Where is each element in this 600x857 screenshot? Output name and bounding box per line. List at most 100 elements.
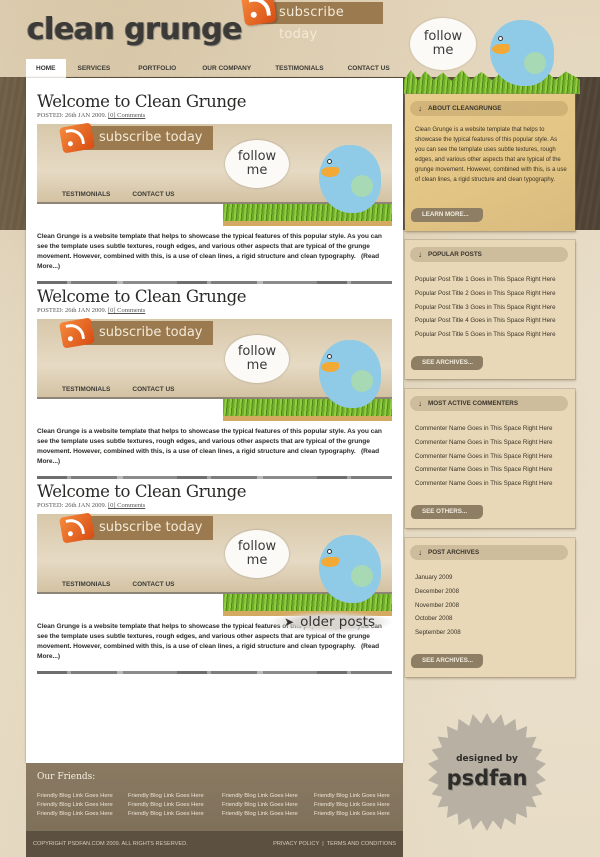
- see-archives-button[interactable]: SEE ARCHIVES...: [411, 654, 483, 668]
- twitter-bird-icon: [490, 20, 554, 86]
- designed-by-badge[interactable]: designed by psdfan: [428, 713, 546, 831]
- main-nav: HOME SERVICES PORTFOLIO OUR COMPANY TEST…: [26, 59, 402, 78]
- rss-icon: [58, 512, 96, 544]
- friend-link[interactable]: Friendly Blog Link Goes Here: [37, 811, 128, 817]
- friend-link[interactable]: Friendly Blog Link Goes Here: [37, 802, 128, 808]
- list-item[interactable]: November 2008: [415, 599, 461, 613]
- bird-wing: [524, 52, 546, 74]
- nav-testimonials[interactable]: TESTIMONIALS: [267, 59, 339, 78]
- follow-text: follow: [237, 149, 277, 164]
- arrow-down-icon: ↓: [418, 104, 422, 113]
- popular-posts-list: Popular Post Title 1 Goes in This Space …: [415, 273, 556, 342]
- post-title[interactable]: Welcome to Clean Grunge: [37, 287, 392, 306]
- list-item[interactable]: Commenter Name Goes in This Space Right …: [415, 463, 552, 477]
- friend-link[interactable]: Friendly Blog Link Goes Here: [222, 802, 314, 808]
- post-excerpt: Clean Grunge is a website template that …: [37, 428, 382, 455]
- friend-link[interactable]: Friendly Blog Link Goes Here: [314, 811, 406, 817]
- bird-beak: [321, 362, 339, 372]
- older-posts-button[interactable]: ➤ older posts: [270, 611, 392, 633]
- twitter-bird-icon: [319, 145, 381, 213]
- widget-title: POPULAR POSTS: [428, 251, 482, 258]
- image-twitter: follow me: [223, 137, 392, 226]
- speech-bubble: follow me: [410, 18, 476, 70]
- bird-wing: [351, 565, 373, 587]
- friend-link[interactable]: Friendly Blog Link Goes Here: [314, 802, 406, 808]
- nav-home[interactable]: HOME: [26, 59, 66, 78]
- follow-text: follow: [237, 539, 277, 554]
- see-archives-button[interactable]: SEE ARCHIVES...: [411, 356, 483, 370]
- comments-link[interactable]: [0] Comments: [108, 502, 145, 509]
- widget-title: POST ARCHIVES: [428, 549, 480, 556]
- follow-text: follow: [237, 344, 277, 359]
- follow-me-twitter[interactable]: follow me: [402, 8, 582, 98]
- list-item[interactable]: Popular Post Title 2 Goes in This Space …: [415, 287, 556, 301]
- list-item[interactable]: September 2008: [415, 626, 461, 640]
- speech-bubble: follow me: [225, 140, 289, 188]
- comments-link[interactable]: [0] Comments: [108, 112, 145, 119]
- nav-contact-us[interactable]: CONTACT US: [340, 59, 402, 78]
- post-divider: [37, 281, 392, 284]
- footer-bar: COPYRIGHT PSDFAN.COM 2009. ALL RIGHTS RE…: [26, 831, 403, 857]
- friend-link[interactable]: Friendly Blog Link Goes Here: [37, 793, 128, 799]
- see-others-button[interactable]: SEE OTHERS...: [411, 505, 483, 519]
- bird-eye: [498, 36, 503, 41]
- list-item[interactable]: December 2008: [415, 585, 461, 599]
- nav-portfolio[interactable]: PORTFOLIO: [122, 59, 192, 78]
- friend-link[interactable]: Friendly Blog Link Goes Here: [128, 793, 222, 799]
- friends-title: Our Friends:: [37, 772, 96, 782]
- widget-title: MOST ACTIVE COMMENTERS: [428, 400, 519, 407]
- list-item[interactable]: Commenter Name Goes in This Space Right …: [415, 436, 552, 450]
- comments-link[interactable]: [0] Comments: [108, 307, 145, 314]
- subscribe-button[interactable]: subscribe today: [241, 0, 383, 42]
- bird-wing: [351, 370, 373, 392]
- widget-header: ↓ ABOUT CLEANGRUNGE: [410, 101, 568, 116]
- list-item[interactable]: Commenter Name Goes in This Space Right …: [415, 477, 552, 491]
- nav-services[interactable]: SERVICES: [66, 59, 123, 78]
- list-item[interactable]: Popular Post Title 1 Goes in This Space …: [415, 273, 556, 287]
- friend-link[interactable]: Friendly Blog Link Goes Here: [128, 811, 222, 817]
- rss-icon: [58, 317, 96, 349]
- friend-link[interactable]: Friendly Blog Link Goes Here: [222, 811, 314, 817]
- list-item[interactable]: Commenter Name Goes in This Space Right …: [415, 450, 552, 464]
- post-title[interactable]: Welcome to Clean Grunge: [37, 482, 392, 501]
- main-content: Welcome to Clean Grunge POSTED: 26th JAN…: [26, 78, 403, 763]
- badge-small-text: designed by: [456, 754, 518, 764]
- list-item[interactable]: October 2008: [415, 612, 461, 626]
- image-subscribe: subscribe today: [58, 317, 213, 349]
- twitter-bird-icon: [319, 340, 381, 408]
- privacy-policy-link[interactable]: PRIVACY POLICY: [273, 841, 319, 847]
- widget-header: ↓ POPULAR POSTS: [410, 247, 568, 262]
- image-subscribe-label: subscribe today: [83, 516, 213, 540]
- post-title[interactable]: Welcome to Clean Grunge: [37, 92, 392, 111]
- image-nav: TESTIMONIALS CONTACT US: [37, 191, 175, 198]
- list-item[interactable]: Popular Post Title 4 Goes in This Space …: [415, 314, 556, 328]
- arrow-icon: ➤: [284, 615, 295, 629]
- nav-our-company[interactable]: OUR COMPANY: [192, 59, 267, 78]
- learn-more-button[interactable]: LEARN MORE...: [411, 208, 483, 222]
- terms-link[interactable]: TERMS AND CONDITIONS: [327, 841, 396, 847]
- list-item[interactable]: Commenter Name Goes in This Space Right …: [415, 422, 552, 436]
- archives-list: January 2009 December 2008 November 2008…: [415, 571, 461, 640]
- post-body: Clean Grunge is a website template that …: [37, 427, 392, 467]
- post-divider: [37, 671, 392, 674]
- me-text: me: [432, 43, 454, 58]
- list-item[interactable]: Popular Post Title 5 Goes in This Space …: [415, 328, 556, 342]
- list-item[interactable]: January 2009: [415, 571, 461, 585]
- post-excerpt: Clean Grunge is a website template that …: [37, 233, 382, 260]
- widget-title: ABOUT CLEANGRUNGE: [428, 105, 502, 112]
- image-subscribe: subscribe today: [58, 122, 213, 154]
- me-text: me: [246, 553, 268, 568]
- friend-link[interactable]: Friendly Blog Link Goes Here: [222, 793, 314, 799]
- friend-link[interactable]: Friendly Blog Link Goes Here: [314, 793, 406, 799]
- friend-link[interactable]: Friendly Blog Link Goes Here: [128, 802, 222, 808]
- blog-post: Welcome to Clean Grunge POSTED: 26th JAN…: [37, 92, 392, 284]
- list-item[interactable]: Popular Post Title 3 Goes in This Space …: [415, 301, 556, 315]
- arrow-down-icon: ↓: [418, 548, 422, 557]
- site-logo[interactable]: clean grunge: [27, 12, 243, 47]
- image-twitter: follow me: [223, 527, 392, 616]
- widget-post-archives: ↓ POST ARCHIVES January 2009 December 20…: [405, 538, 575, 677]
- bird-eye: [327, 354, 332, 359]
- follow-text: follow: [423, 29, 463, 44]
- bird-beak: [321, 167, 339, 177]
- speech-bubble: follow me: [225, 335, 289, 383]
